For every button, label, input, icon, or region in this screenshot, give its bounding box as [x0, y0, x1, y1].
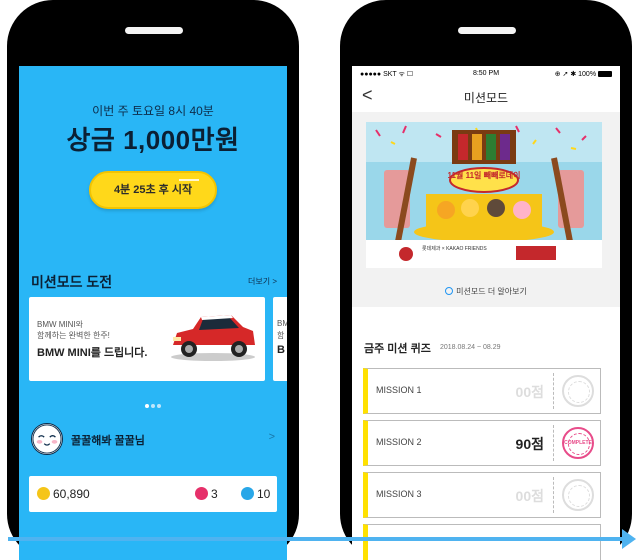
mission-row-4[interactable]: [363, 524, 601, 560]
arrow-right-icon: [622, 529, 636, 549]
more-link[interactable]: 더보기 >: [248, 276, 277, 287]
promo-card-next-line1: BM: [277, 319, 287, 328]
promo-card-next-title: B: [277, 344, 285, 356]
start-countdown-button[interactable]: 4분 25초 후 시작: [89, 171, 217, 209]
stats-bar: 60,890 3 10: [29, 476, 277, 512]
promo-card-title: BMW MINI를 드립니다.: [37, 347, 148, 359]
profile-row[interactable]: 꿀꿀해봐 꿀꿀님 >: [31, 423, 281, 457]
mission-row-2[interactable]: MISSION 2 90점 COMPLETE: [363, 420, 601, 466]
ticket-icon: [241, 487, 254, 500]
mission-divider: [553, 373, 554, 409]
banner-headline: 11월 11일 빼빼로데이: [448, 170, 521, 180]
banner-area: 11월 11일 빼빼로데이 롯데제과 × KAKAO FRIENDS 미션모드 …: [352, 112, 620, 307]
schedule-text: 이번 주 토요일 8시 40분: [92, 104, 214, 118]
stamp-label: COMPLETE: [564, 440, 592, 446]
learn-more-link[interactable]: 미션모드 더 알아보기: [352, 286, 620, 297]
user-name: 꿀꿀해봐 꿀꿀님: [71, 435, 145, 447]
carousel-dot[interactable]: [145, 404, 149, 408]
battery-icon: [598, 71, 612, 77]
phone-right: ●●●●● SKT ᯤ ☐ 8:50 PM ⊕ ➚ ✱ 100% < 미션모드: [340, 0, 632, 560]
promo-card-line1: BMW MINI와: [37, 320, 84, 329]
car-image: [171, 315, 255, 361]
coin-icon: [37, 487, 50, 500]
complete-stamp-icon: [562, 375, 594, 407]
complete-stamp-icon: [562, 479, 594, 511]
avatar: [31, 423, 63, 455]
mission-score: 90점: [515, 436, 544, 452]
swipe-arrow-line: [8, 537, 628, 541]
carousel-dot[interactable]: [157, 404, 161, 408]
info-icon: [445, 287, 454, 295]
heart-count: 3: [211, 487, 218, 501]
mission-row-3[interactable]: MISSION 3 00점: [363, 472, 601, 518]
quiz-title: 금주 미션 퀴즈: [364, 343, 431, 355]
mission-label: MISSION 3: [376, 489, 422, 499]
ticket-stat: 10: [241, 487, 270, 501]
promo-card-line2: 함께하는 완벽한 한주!: [37, 331, 110, 340]
learn-more-label: 미션모드 더 알아보기: [456, 287, 527, 296]
complete-stamp-icon: COMPLETE: [562, 427, 594, 459]
nav-bar: < 미션모드: [352, 82, 620, 113]
coin-stat: 60,890: [37, 487, 90, 501]
mission-row-1[interactable]: MISSION 1 00점: [363, 368, 601, 414]
phone-left: 이번 주 토요일 8시 40분 상금 1,000만원 4분 25초 후 시작 미…: [7, 0, 299, 560]
event-banner[interactable]: 11월 11일 빼빼로데이 롯데제과 × KAKAO FRIENDS: [366, 122, 602, 268]
page-title: 미션모드: [463, 91, 509, 105]
section-title: 미션모드 도전: [31, 274, 113, 290]
status-right: ⊕ ➚ ✱ 100%: [555, 70, 612, 78]
mission-screen: ●●●●● SKT ᯤ ☐ 8:50 PM ⊕ ➚ ✱ 100% < 미션모드: [352, 66, 620, 560]
battery-text: ⊕ ➚ ✱ 100%: [554, 71, 597, 78]
carousel-dot[interactable]: [151, 404, 155, 408]
mission-score: 00점: [515, 384, 544, 400]
prize-title: 상금 1,000만원: [66, 125, 240, 155]
phone-speaker: [458, 27, 516, 34]
mission-label: MISSION 1: [376, 385, 422, 395]
banner-subtitle: 롯데제과 × KAKAO FRIENDS: [422, 245, 487, 252]
start-countdown-label: 4분 25초 후 시작: [113, 184, 193, 196]
promo-card-next-line2: 함: [277, 331, 285, 340]
mission-label: MISSION 2: [376, 437, 422, 447]
heart-icon: [195, 487, 208, 500]
quiz-date: 2018.08.24 ~ 08.29: [440, 344, 501, 351]
home-screen: 이번 주 토요일 8시 40분 상금 1,000만원 4분 25초 후 시작 미…: [19, 66, 287, 560]
coin-count: 60,890: [53, 487, 90, 501]
carousel-dots: [19, 395, 287, 413]
mission-divider: [553, 425, 554, 461]
mission-score: 00점: [515, 488, 544, 504]
promo-card[interactable]: BMW MINI와 함께하는 완벽한 한주! BMW MINI를 드립니다.: [29, 297, 265, 381]
mission-divider: [553, 477, 554, 513]
chevron-right-icon[interactable]: >: [269, 431, 275, 443]
ticket-count: 10: [257, 487, 271, 501]
promo-card-next[interactable]: BM 함 B: [273, 297, 287, 381]
status-bar: ●●●●● SKT ᯤ ☐ 8:50 PM ⊕ ➚ ✱ 100%: [352, 66, 620, 82]
sparkle-decoration: [179, 179, 199, 181]
phone-speaker: [125, 27, 183, 34]
heart-stat: 3: [195, 487, 218, 501]
